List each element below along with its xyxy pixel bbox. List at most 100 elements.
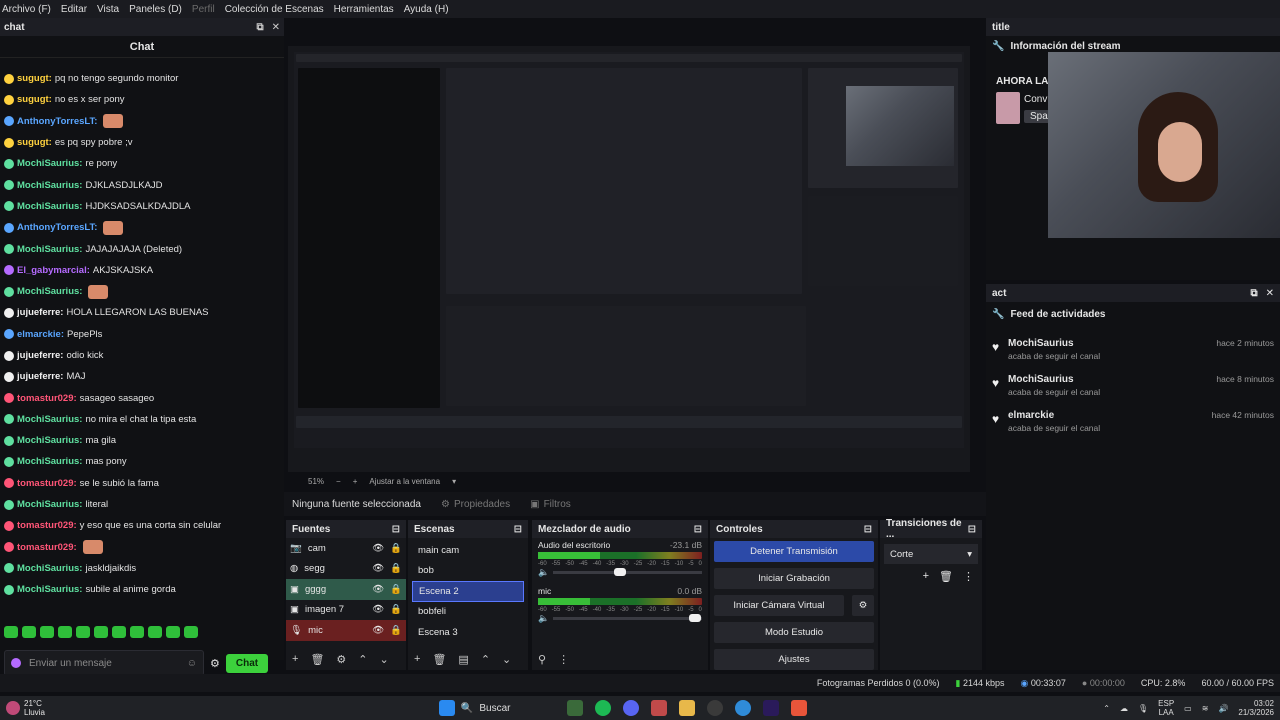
menu-item[interactable]: Colección de Escenas (225, 4, 324, 15)
filter-icon[interactable]: ▤ (458, 653, 468, 666)
chevron-up-icon[interactable]: ⌃ (1103, 704, 1110, 713)
chat-username[interactable]: MochiSaurius: (17, 499, 82, 510)
chat-message-list[interactable]: sugugt: pq no tengo segundo monitor sugugt… (0, 68, 284, 620)
chat-username[interactable]: MochiSaurius: (17, 414, 82, 425)
menu-item[interactable]: Vista (97, 4, 119, 15)
preview-canvas[interactable] (288, 46, 970, 472)
emote-icon[interactable] (130, 626, 144, 638)
source-item[interactable]: ▣ gggg 👁 🔒 (286, 579, 406, 600)
chat-username[interactable]: MochiSaurius: (17, 201, 82, 212)
cloud-icon[interactable]: ☁ (1120, 704, 1128, 713)
volume-slider[interactable] (553, 614, 702, 622)
volume-icon[interactable]: 🔊 (1218, 704, 1228, 713)
chat-username[interactable]: MochiSaurius: (17, 563, 82, 574)
display-icon[interactable]: ▭ (1184, 704, 1192, 713)
trash-icon[interactable]: 🗑 (432, 653, 446, 666)
obs-icon[interactable] (706, 700, 723, 716)
settings-gear-icon[interactable]: ⚙ (210, 657, 220, 670)
chat-username[interactable]: jujueferre: (17, 350, 63, 361)
emote-icon[interactable] (184, 626, 198, 638)
brave-icon[interactable] (790, 700, 807, 716)
chat-send-button[interactable]: Chat (225, 653, 269, 673)
properties-button[interactable]: ⚙ Propiedades (441, 499, 510, 510)
gear-icon[interactable]: ⚙ (852, 595, 874, 616)
chat-username[interactable]: sugugt: (17, 137, 52, 148)
volume-knob[interactable] (688, 614, 701, 622)
dock-menu-icon[interactable]: ⊟ (694, 524, 702, 535)
add-icon[interactable]: + (923, 570, 929, 583)
scene-item[interactable]: main cam (412, 540, 524, 561)
zoom-out-icon[interactable]: − (336, 477, 341, 486)
dock-menu-icon[interactable]: ⊟ (392, 524, 400, 535)
menu-item[interactable]: Perfil (192, 4, 215, 15)
chat-username[interactable]: MochiSaurius: (17, 158, 82, 169)
move-down-icon[interactable]: ⌄ (502, 653, 511, 666)
scene-item[interactable]: Escena 3 (412, 622, 524, 643)
weather-widget[interactable]: 21°C Lluvia (0, 699, 45, 717)
close-icon[interactable]: ✕ (272, 22, 280, 33)
undock-icon[interactable]: ⧉ (1250, 288, 1257, 299)
trash-icon[interactable]: 🗑 (939, 570, 953, 583)
menu-item[interactable]: Editar (61, 4, 87, 15)
emote-icon[interactable] (58, 626, 72, 638)
chat-username[interactable]: sugugt: (17, 73, 52, 84)
add-icon[interactable]: + (292, 653, 298, 666)
chat-username[interactable]: El_gabymarcial: (17, 265, 90, 276)
trash-icon[interactable]: 🗑 (310, 653, 324, 666)
gear-icon[interactable]: ⚙ (336, 653, 346, 666)
menu-item[interactable]: Ayuda (H) (404, 4, 449, 15)
emote-icon[interactable] (76, 626, 90, 638)
volume-slider[interactable] (553, 568, 702, 576)
folder-icon[interactable] (678, 700, 695, 716)
speaker-icon[interactable]: 🔈 (538, 613, 549, 624)
chat-input[interactable]: Enviar un mensaje ☺ (4, 650, 204, 676)
dock-menu-icon[interactable]: ⊟ (514, 524, 522, 535)
emote-icon[interactable] (166, 626, 180, 638)
lock-icon[interactable]: 🔒 (390, 543, 402, 554)
widgets-icon[interactable] (566, 700, 583, 716)
source-item[interactable]: 🎙 mic 👁 🔒 (286, 620, 406, 641)
chevron-down-icon[interactable]: ▾ (452, 477, 456, 486)
zoom-in-icon[interactable]: + (353, 477, 358, 486)
control-button[interactable]: Iniciar Grabación (714, 568, 874, 589)
browser-icon[interactable] (734, 700, 751, 716)
source-item[interactable]: ◍ segg 👁 🔒 (286, 559, 406, 580)
eye-icon[interactable]: 👁 (372, 625, 384, 636)
menu-item[interactable]: Paneles (D) (129, 4, 182, 15)
fit-window-label[interactable]: Ajustar a la ventana (369, 477, 440, 486)
emote-icon[interactable] (40, 626, 54, 638)
chat-username[interactable]: tomastur029: (17, 542, 77, 553)
add-icon[interactable]: + (414, 653, 420, 666)
chat-username[interactable]: MochiSaurius: (17, 456, 82, 467)
chat-username[interactable]: tomastur029: (17, 520, 77, 531)
emote-icon[interactable] (4, 626, 18, 638)
link-icon[interactable]: ⚲ (538, 653, 546, 666)
kebab-menu-icon[interactable]: ⋮ (963, 570, 974, 583)
control-button[interactable]: Iniciar Cámara Virtual (714, 595, 844, 616)
lock-icon[interactable]: 🔒 (390, 563, 402, 574)
zoom-level[interactable]: 51% (308, 477, 324, 486)
volume-knob[interactable] (614, 568, 627, 576)
lock-icon[interactable]: 🔒 (390, 584, 402, 595)
chat-username[interactable]: MochiSaurius: (17, 180, 82, 191)
menu-item[interactable]: Herramientas (334, 4, 394, 15)
chat-username[interactable]: MochiSaurius: (17, 286, 82, 297)
lock-icon[interactable]: 🔒 (390, 625, 402, 636)
scene-item[interactable]: bob (412, 561, 524, 582)
chat-username[interactable]: tomastur029: (17, 393, 77, 404)
scene-item[interactable]: bobfeli (412, 602, 524, 623)
chat-username[interactable]: MochiSaurius: (17, 584, 82, 595)
kebab-menu-icon[interactable]: ⋮ (558, 653, 569, 666)
chat-username[interactable]: elmarckie: (17, 329, 64, 340)
chat-username[interactable]: AnthonyTorresLT: (17, 222, 97, 233)
dock-menu-icon[interactable]: ⊟ (968, 524, 976, 535)
emote-icon[interactable] (112, 626, 126, 638)
chat-username[interactable]: tomastur029: (17, 478, 77, 489)
app-icon[interactable] (650, 700, 667, 716)
emote-icon[interactable] (22, 626, 36, 638)
mic-tray-icon[interactable]: 🎙 (1138, 704, 1148, 713)
control-button[interactable]: Modo Estudio (714, 622, 874, 643)
source-item[interactable]: ▣ imagen 7 👁 🔒 (286, 600, 406, 621)
chat-username[interactable]: sugugt: (17, 94, 52, 105)
eye-icon[interactable]: 👁 (372, 543, 384, 554)
